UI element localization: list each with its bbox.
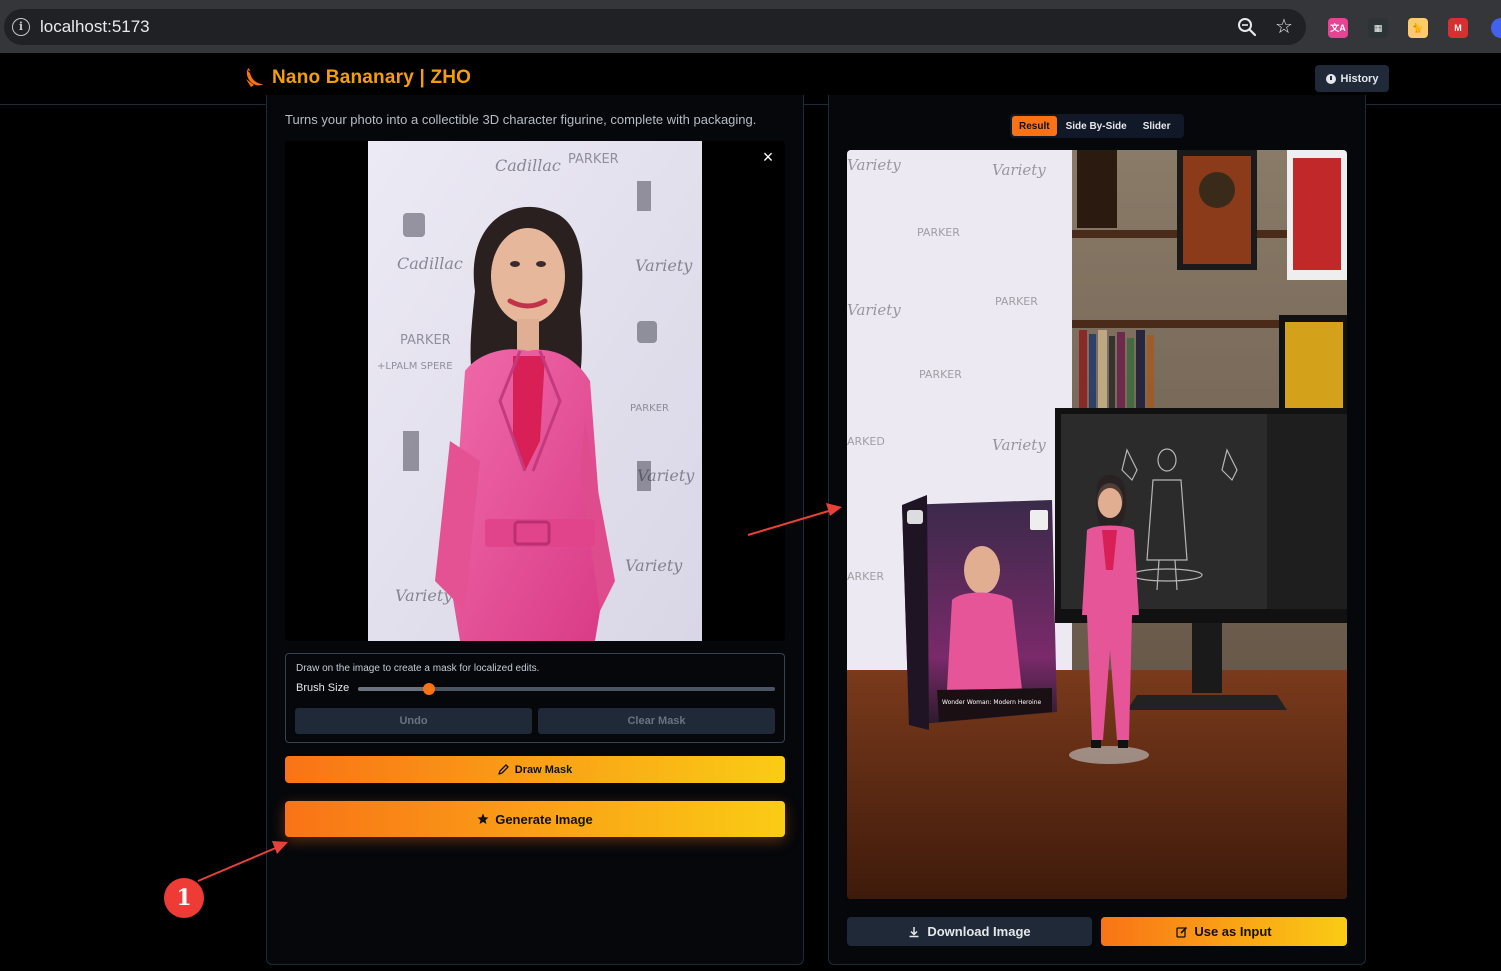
svg-text:Wonder Woman: Modern Heroine: Wonder Woman: Modern Heroine xyxy=(942,699,1042,706)
pencil-icon xyxy=(498,764,509,775)
draw-mask-label: Draw Mask xyxy=(514,763,573,776)
history-button[interactable]: History xyxy=(1315,65,1389,92)
clock-icon xyxy=(1325,73,1336,84)
svg-text:Variety: Variety xyxy=(992,436,1046,454)
input-photo[interactable]: Cadillac Cadillac Variety Variety Variet… xyxy=(285,141,785,641)
svg-text:PARKER: PARKER xyxy=(630,403,669,414)
extension-4-icon[interactable]: M xyxy=(1448,18,1468,38)
clear-mask-button[interactable]: Clear Mask xyxy=(538,708,775,734)
history-label: History xyxy=(1340,72,1379,85)
svg-text:PARKER: PARKER xyxy=(568,152,619,167)
address-url[interactable]: localhost:5173 xyxy=(40,17,150,37)
tab-side-by-side[interactable]: Side By-Side xyxy=(1059,116,1134,136)
tab-slider[interactable]: Slider xyxy=(1136,116,1178,136)
svg-text:Cadillac: Cadillac xyxy=(397,254,463,273)
svg-text:Variety: Variety xyxy=(635,256,693,275)
svg-text:+LPALM SPERE: +LPALM SPERE xyxy=(377,361,453,372)
view-mode-tabs: Result Side By-Side Slider xyxy=(1010,114,1184,138)
extension-3-icon[interactable]: 🐈 xyxy=(1408,18,1428,38)
site-info-icon[interactable]: i xyxy=(12,18,30,36)
bookmark-star-icon[interactable]: ☆ xyxy=(1272,15,1296,39)
svg-text:PARKER: PARKER xyxy=(400,333,451,348)
profile-avatar[interactable] xyxy=(1491,18,1501,38)
draw-mask-button[interactable]: Draw Mask xyxy=(285,756,785,783)
banana-logo-icon xyxy=(246,68,263,87)
generate-image-label: Generate Image xyxy=(495,811,593,827)
close-icon[interactable]: × xyxy=(758,147,778,167)
svg-text:PARKER: PARKER xyxy=(995,295,1038,308)
effect-description: Turns your photo into a collectible 3D c… xyxy=(285,112,757,127)
app-title: Nano Bananary | ZHO xyxy=(272,67,472,88)
svg-text:PARKER: PARKER xyxy=(917,226,960,239)
brush-size-thumb[interactable] xyxy=(422,683,435,695)
undo-button[interactable]: Undo xyxy=(295,708,532,734)
step-badge: 1 xyxy=(164,878,204,918)
mask-instructions: Draw on the image to create a mask for l… xyxy=(296,663,540,674)
svg-text:Variety: Variety xyxy=(625,556,683,575)
download-image-label: Download Image xyxy=(927,924,1031,939)
use-as-input-label: Use as Input xyxy=(1194,924,1272,939)
input-image-canvas[interactable]: Cadillac Cadillac Variety Variety Variet… xyxy=(285,141,785,641)
download-image-button[interactable]: Download Image xyxy=(847,917,1092,946)
tab-result[interactable]: Result xyxy=(1012,116,1057,136)
zoom-icon[interactable] xyxy=(1236,16,1258,38)
svg-text:Variety: Variety xyxy=(992,161,1046,179)
generate-image-button[interactable]: Generate Image xyxy=(285,801,785,837)
svg-text:PARKER: PARKER xyxy=(919,368,962,381)
browser-toolbar: i localhost:5173 ☆ 文A ▦ 🐈 M xyxy=(0,0,1501,53)
svg-text:ARKER: ARKER xyxy=(847,570,884,583)
mask-controls: Draw on the image to create a mask for l… xyxy=(285,653,785,743)
brush-size-slider[interactable] xyxy=(358,683,775,695)
edit-icon xyxy=(1176,926,1188,938)
brush-size-label: Brush Size xyxy=(296,682,350,694)
svg-text:Cadillac: Cadillac xyxy=(495,156,561,175)
star-icon xyxy=(477,813,489,824)
download-icon xyxy=(909,926,919,937)
use-as-input-button[interactable]: Use as Input xyxy=(1101,917,1347,946)
result-image[interactable]: PARKER PARKER PARKER ARKED ARKER Variety… xyxy=(847,150,1347,899)
brush-size-fill xyxy=(358,687,429,691)
address-bar[interactable]: i localhost:5173 ☆ xyxy=(4,9,1306,45)
svg-text:Variety: Variety xyxy=(847,301,901,319)
svg-text:Variety: Variety xyxy=(847,156,901,174)
translate-extension-icon[interactable]: 文A xyxy=(1328,18,1348,38)
extension-2-icon[interactable]: ▦ xyxy=(1368,18,1388,38)
generated-figurine-photo: PARKER PARKER PARKER ARKED ARKER Variety… xyxy=(847,150,1347,899)
svg-text:ARKED: ARKED xyxy=(847,435,885,448)
